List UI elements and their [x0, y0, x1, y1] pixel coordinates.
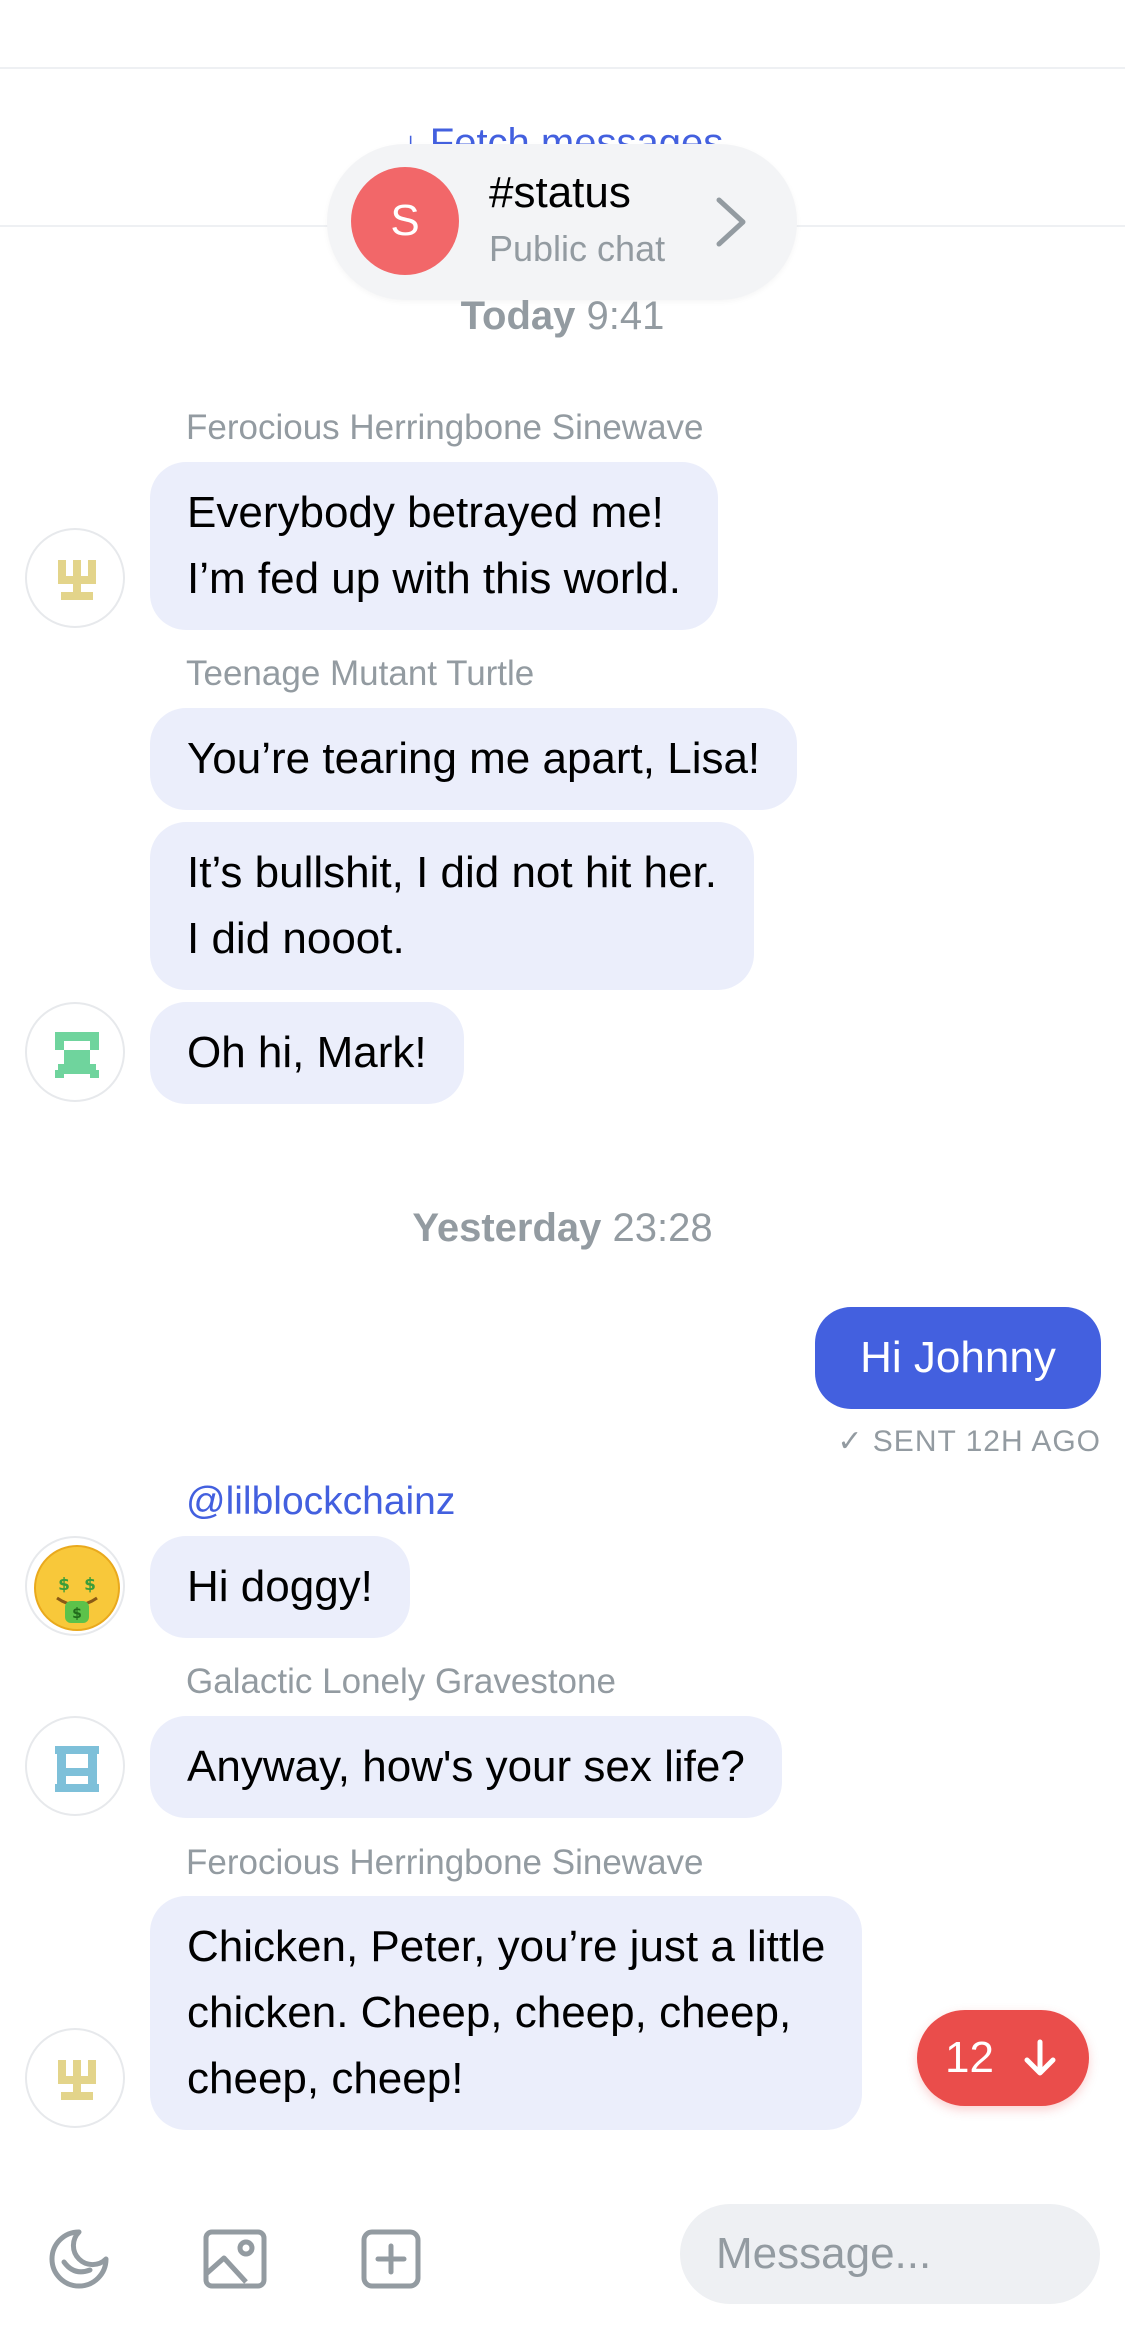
message-text: You’re tearing me apart, Lisa!	[187, 734, 761, 783]
avatar[interactable]: $ $ $	[25, 1536, 125, 1636]
message-text: I’m fed up with this world.	[187, 554, 681, 603]
avatar[interactable]	[25, 1716, 125, 1816]
add-icon[interactable]	[356, 2224, 426, 2294]
avatar[interactable]	[25, 2028, 125, 2128]
message-text: I did nooot.	[187, 914, 405, 963]
svg-text:$: $	[84, 1575, 96, 1595]
checkmark-icon: ✓	[837, 1425, 864, 1458]
message-text: Anyway, how's your sex life?	[187, 1742, 745, 1791]
identicon-icon	[55, 1746, 99, 1792]
chat-subtitle: Public chat	[489, 228, 666, 269]
message-bubble[interactable]: Hi doggy!	[150, 1536, 410, 1638]
sent-status-label: SENT 12H AGO	[872, 1425, 1101, 1458]
avatar[interactable]	[25, 528, 125, 628]
message-sender-mention[interactable]: @lilblockchainz	[186, 1480, 455, 1524]
money-mouth-face-icon: $ $ $	[34, 1545, 120, 1631]
message-bubble[interactable]: Chicken, Peter, you’re just a little chi…	[150, 1896, 863, 2130]
message-bubble[interactable]: Oh hi, Mark!	[150, 1002, 464, 1104]
timestamp-divider: Today 9:41	[0, 294, 1125, 339]
avatar[interactable]	[25, 1002, 125, 1102]
timestamp-day: Today	[460, 294, 576, 338]
message-text: It’s bullshit, I did not hit her.	[187, 848, 717, 897]
message-bubble[interactable]: Everybody betrayed me! I’m fed up with t…	[150, 462, 718, 630]
message-bubble[interactable]: You’re tearing me apart, Lisa!	[150, 708, 798, 810]
message-sender[interactable]: Teenage Mutant Turtle	[186, 654, 534, 694]
message-text: cheep, cheep!	[187, 2054, 464, 2103]
message-text: Hi doggy!	[187, 1562, 373, 1611]
message-text: chicken. Cheep, cheep, cheep,	[187, 1988, 792, 2037]
identicon-icon	[55, 1032, 99, 1078]
unread-count: 12	[945, 2033, 994, 2082]
message-bubble[interactable]: Anyway, how's your sex life?	[150, 1716, 782, 1818]
chevron-right-icon	[716, 197, 746, 247]
chat-avatar: S	[351, 167, 459, 275]
timestamp-time: 9:41	[586, 294, 665, 338]
message-sender[interactable]: Galactic Lonely Gravestone	[186, 1662, 616, 1702]
message-text: Oh hi, Mark!	[187, 1028, 427, 1077]
image-icon[interactable]	[200, 2224, 270, 2294]
message-text: Chicken, Peter, you’re just a little	[187, 1922, 826, 1971]
message-text: Everybody betrayed me!	[187, 488, 664, 537]
identicon-icon	[58, 560, 96, 600]
message-status: ✓ SENT 12H AGO	[837, 1424, 1101, 1459]
message-sender[interactable]: Ferocious Herringbone Sinewave	[186, 1843, 704, 1883]
scroll-to-bottom-button[interactable]: 12	[917, 2010, 1089, 2106]
sticker-icon[interactable]	[44, 2224, 114, 2294]
chat-title: #status	[489, 168, 631, 217]
timestamp-day: Yesterday	[412, 1206, 602, 1250]
arrow-down-icon	[1024, 2039, 1056, 2076]
chat-header-pill[interactable]: S #status Public chat	[327, 144, 797, 300]
message-sender[interactable]: Ferocious Herringbone Sinewave	[186, 408, 704, 448]
message-text: Hi Johnny	[860, 1333, 1056, 1382]
svg-text:$: $	[72, 1606, 82, 1622]
outgoing-message-bubble[interactable]: Hi Johnny	[815, 1307, 1101, 1409]
svg-text:$: $	[58, 1575, 70, 1595]
timestamp-time: 23:28	[612, 1206, 713, 1250]
message-bubble[interactable]: It’s bullshit, I did not hit her. I did …	[150, 822, 754, 990]
message-input[interactable]	[680, 2204, 1100, 2304]
identicon-icon	[58, 2060, 96, 2100]
timestamp-divider: Yesterday 23:28	[0, 1206, 1125, 1251]
